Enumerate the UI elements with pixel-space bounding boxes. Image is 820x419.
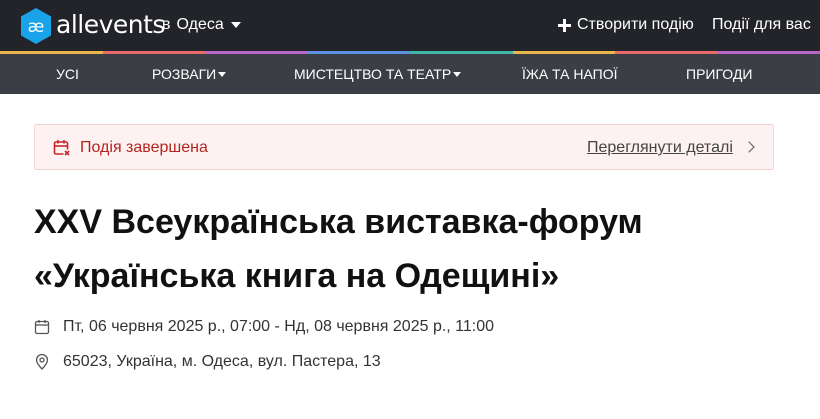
category-label: Мистецтво та театр	[294, 66, 452, 82]
category-nav: Усі Розваги Мистецтво та театр Їжа та на…	[0, 54, 820, 94]
category-label: Розваги	[152, 66, 217, 82]
category-arts-theatre[interactable]: Мистецтво та театр	[294, 66, 462, 82]
event-datetime[interactable]: Пт, 06 червня 2025 р., 07:00 - Нд, 08 че…	[63, 318, 494, 336]
category-label: Їжа та напої	[522, 66, 618, 82]
brand-name[interactable]: allevents	[56, 10, 165, 39]
chevron-down-icon	[218, 71, 227, 77]
plus-icon	[558, 18, 571, 32]
chevron-right-icon[interactable]	[743, 141, 755, 153]
category-label: Усі	[56, 66, 79, 82]
event-ended-text: Подія завершена	[80, 139, 208, 156]
allevents-logo-icon[interactable]: æ	[19, 7, 53, 45]
event-ended-banner: Подія завершена Переглянути деталі	[34, 124, 774, 170]
events-for-you-link[interactable]: Події для вас	[712, 16, 811, 34]
city-selector[interactable]: в Одеса	[162, 16, 241, 34]
location-pin-icon	[35, 354, 49, 370]
event-title-line-2: «Українська книга на Одещині»	[34, 257, 560, 295]
view-details-link[interactable]: Переглянути деталі	[587, 139, 733, 157]
event-datetime-row: Пт, 06 червня 2025 р., 07:00 - Нд, 08 че…	[34, 318, 494, 336]
top-bar: æ allevents в Одеса Створити подію Події…	[0, 0, 820, 51]
event-address[interactable]: 65023, Україна, м. Одеса, вул. Пастера, …	[63, 353, 381, 371]
event-title: XXV Всеукраїнська виставка-форум «Україн…	[34, 195, 794, 303]
create-event-label: Створити подію	[577, 16, 694, 33]
event-title-line-1: XXV Всеукраїнська виставка-форум	[34, 203, 643, 241]
city-prefix: в	[162, 16, 171, 33]
event-address-row: 65023, Україна, м. Одеса, вул. Пастера, …	[34, 353, 381, 371]
calendar-x-icon	[53, 140, 71, 157]
create-event-button[interactable]: Створити подію	[558, 16, 694, 34]
svg-text:æ: æ	[28, 17, 45, 37]
chevron-down-icon	[453, 71, 462, 77]
calendar-icon	[34, 320, 50, 335]
category-all[interactable]: Усі	[56, 66, 79, 82]
city-name: Одеса	[176, 16, 224, 33]
category-adventures[interactable]: Пригоди	[686, 66, 752, 82]
category-food-drinks[interactable]: Їжа та напої	[522, 66, 618, 82]
category-label: Пригоди	[686, 66, 753, 82]
chevron-down-icon	[230, 22, 241, 28]
category-entertainment[interactable]: Розваги	[152, 66, 227, 82]
